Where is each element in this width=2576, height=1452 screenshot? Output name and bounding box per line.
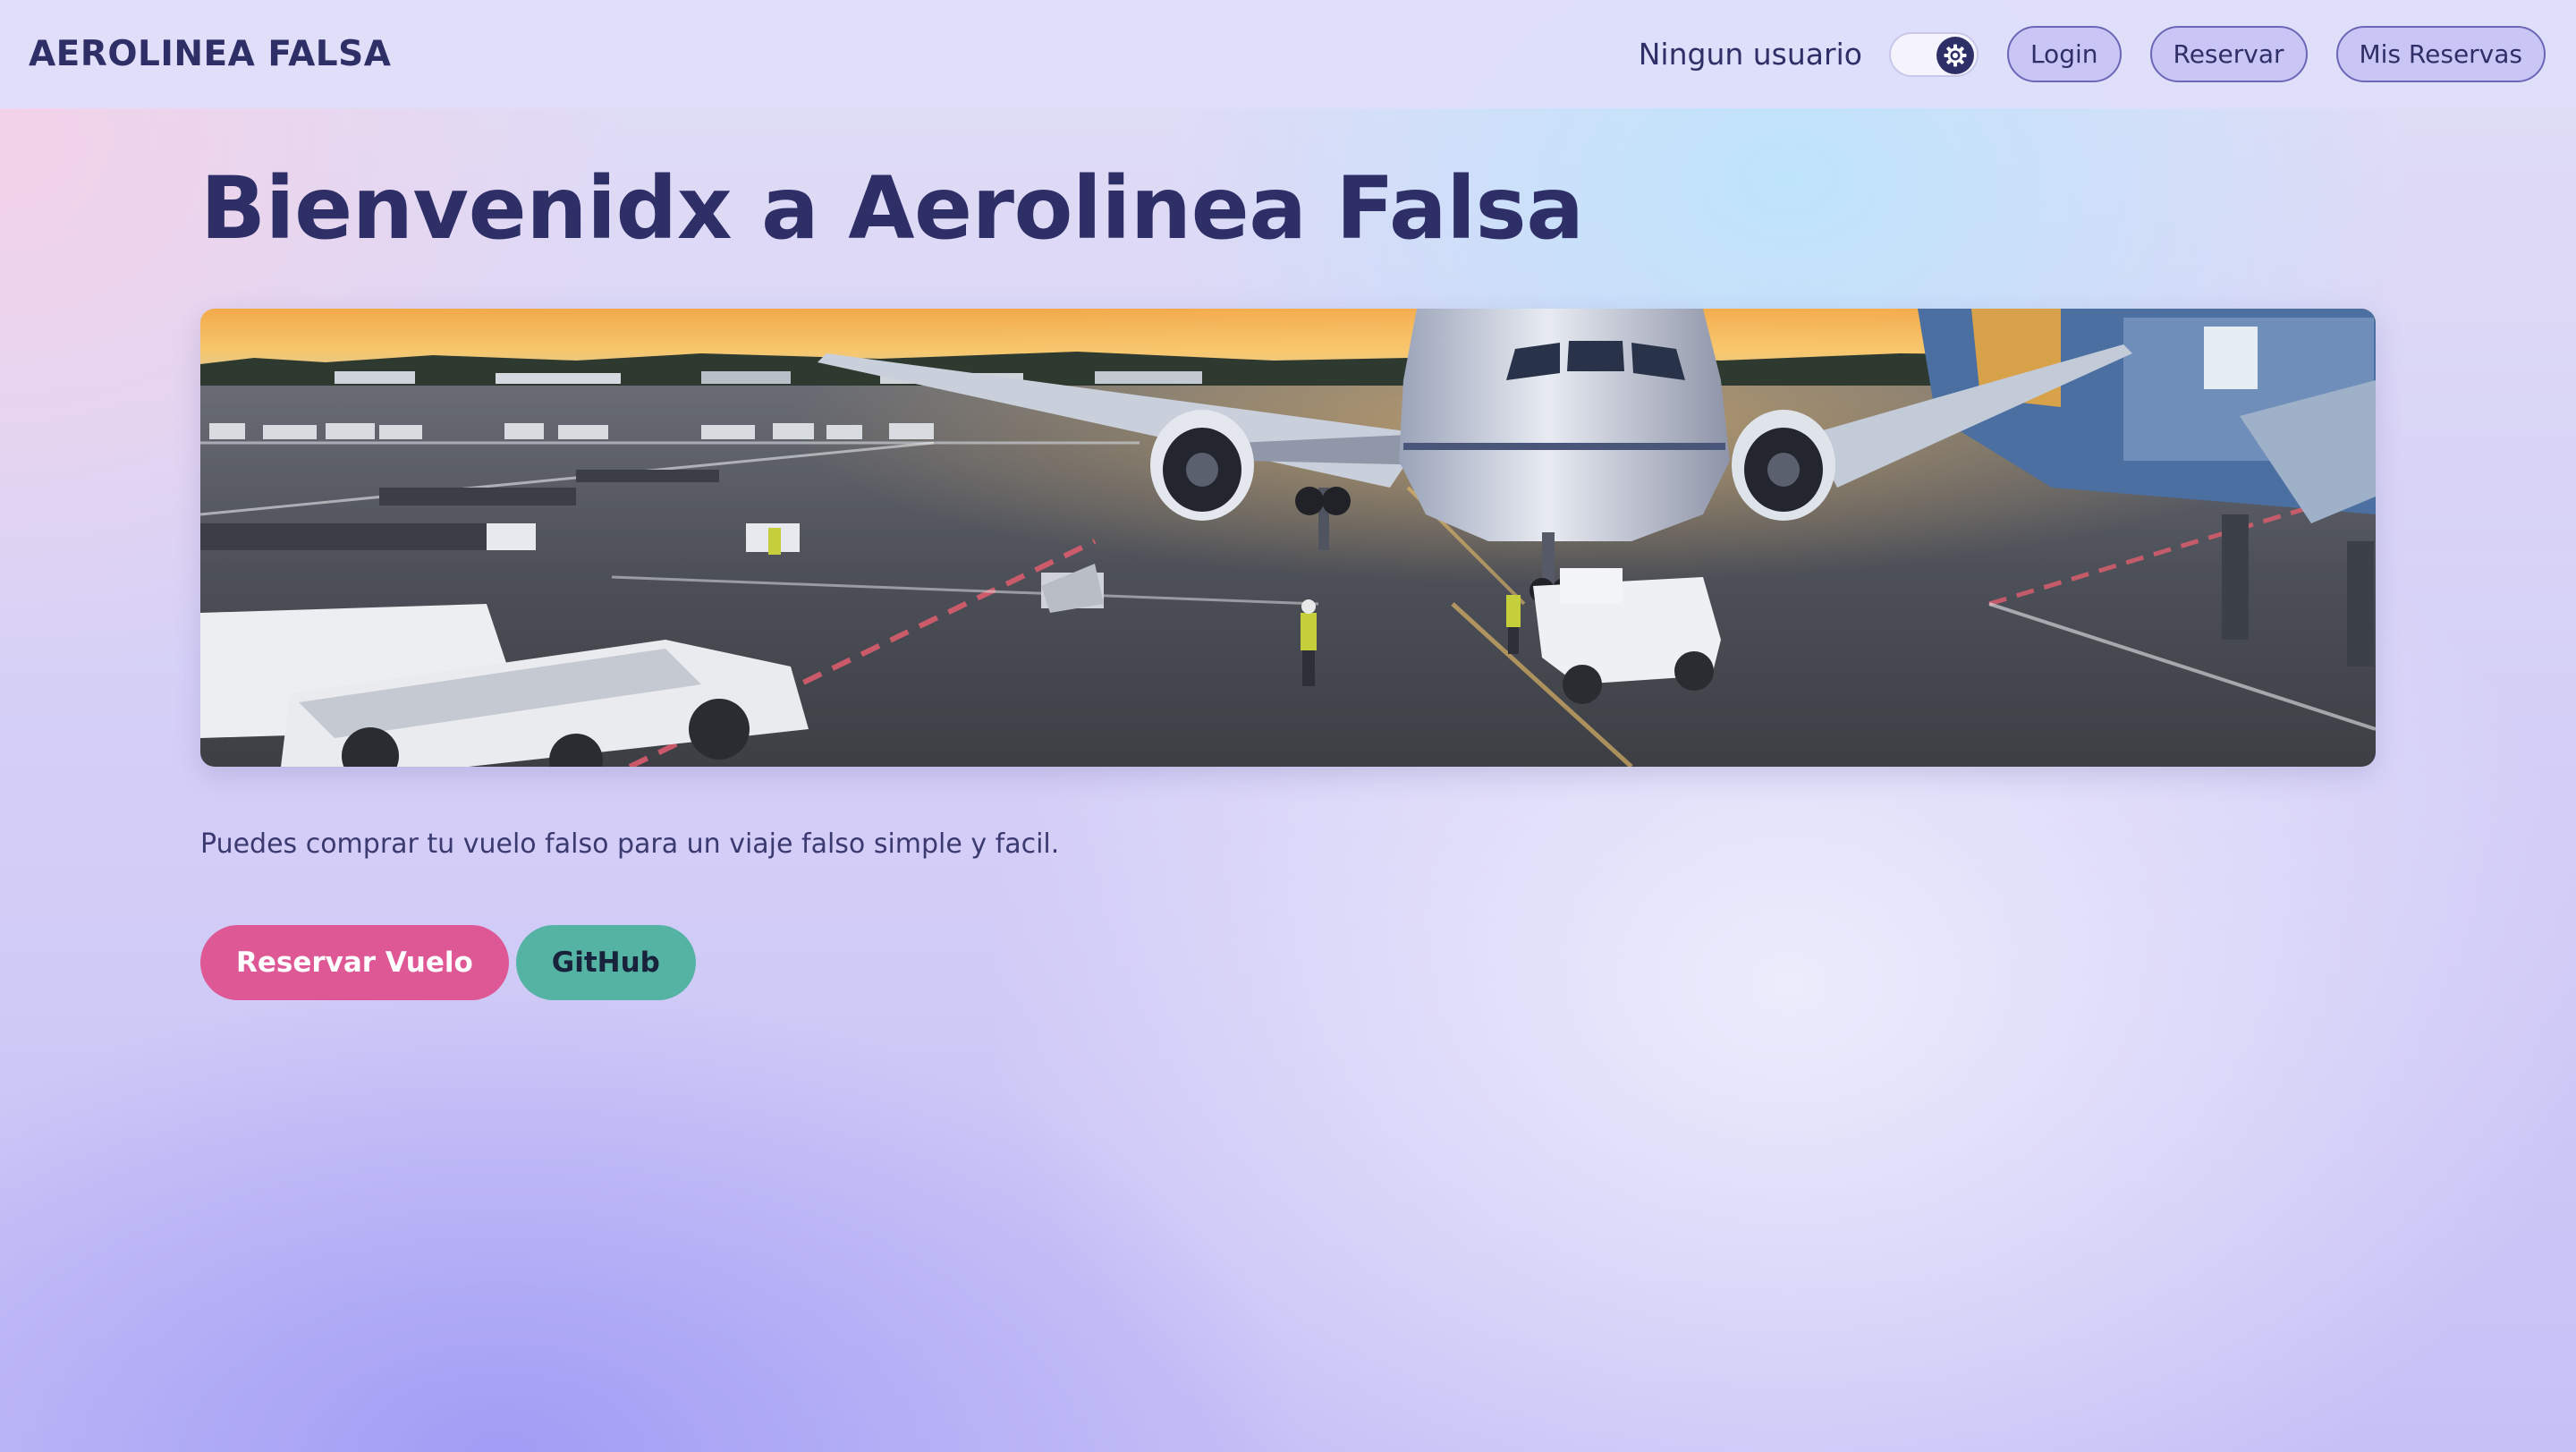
github-button[interactable]: GitHub: [515, 925, 696, 1000]
reservar-vuelo-button[interactable]: Reservar Vuelo: [200, 925, 509, 1000]
theme-toggle[interactable]: [1888, 31, 1979, 77]
login-button[interactable]: Login: [2006, 26, 2122, 82]
airplane-on-tarmac-photo: [200, 309, 2376, 767]
brand-logo-text[interactable]: AEROLINEA FALSA: [29, 34, 391, 74]
hero-image: [200, 309, 2376, 767]
theme-toggle-knob: [1936, 36, 1974, 74]
main-nav: Ningun usuario Login Reservar Mis Reserv…: [1639, 0, 2546, 108]
top-navbar: AEROLINEA FALSA Ningun usuario Login Res…: [0, 0, 2576, 108]
reservar-nav-button[interactable]: Reservar: [2149, 26, 2308, 82]
gear-icon: [1944, 44, 1967, 66]
page-title: Bienvenidx a Aerolinea Falsa: [200, 158, 1584, 259]
tagline-text: Puedes comprar tu vuelo falso para un vi…: [200, 828, 1060, 860]
mis-reservas-button[interactable]: Mis Reservas: [2335, 26, 2546, 82]
cta-button-row: Reservar Vuelo GitHub: [200, 925, 696, 1000]
user-status-label: Ningun usuario: [1638, 37, 1862, 72]
